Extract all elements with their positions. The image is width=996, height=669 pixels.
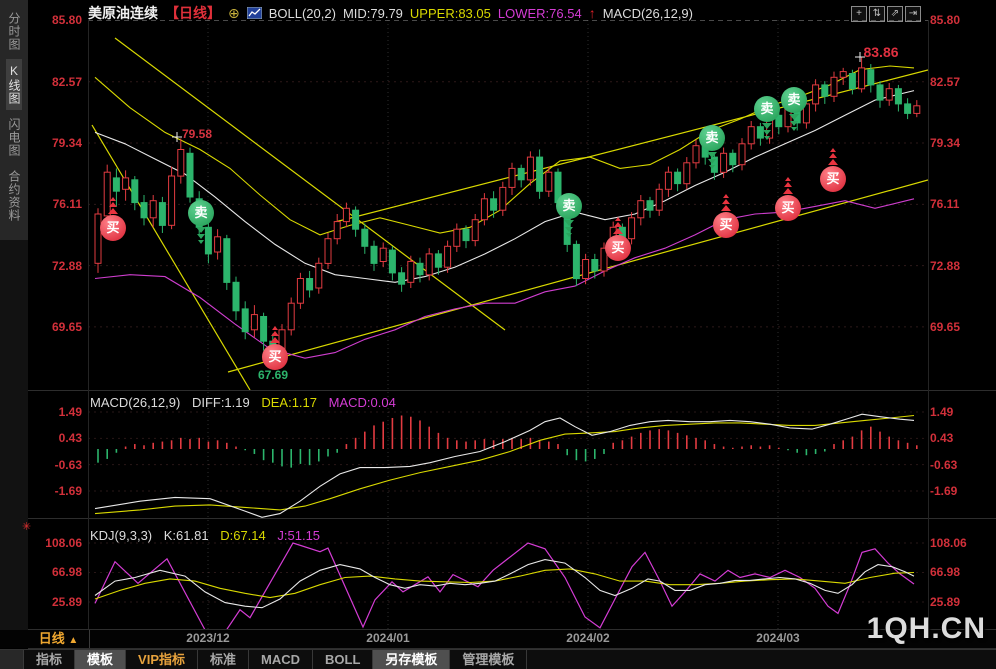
price-axis-label: 79.34	[930, 136, 961, 150]
price-axis-label: 69.65	[930, 319, 961, 334]
price-axis-label: 76.11	[930, 197, 960, 212]
sidebar-item-flash-chart[interactable]: 闪电图	[6, 113, 22, 162]
macd-diff-value: DIFF:1.19	[191, 395, 250, 410]
period-label: 日线	[38, 631, 65, 646]
macd-axis-label: -1.69	[54, 483, 82, 498]
macd-hist-value: MACD:0.04	[328, 395, 396, 410]
boll-lower-value: LOWER:76.54	[497, 5, 582, 21]
tab-macd[interactable]: MACD	[249, 650, 314, 669]
chart-type-group: 分时图 K线图 闪电图 合约资料	[0, 0, 28, 240]
axis-border	[88, 20, 89, 629]
macd-axis-label: -0.63	[54, 457, 82, 472]
boll-upper-value: UPPER:83.05	[409, 5, 491, 21]
kdj-j-value: J:51.15	[277, 528, 321, 543]
date-tick-label: 2024/01	[366, 631, 410, 645]
price-axis-label: 72.88	[51, 258, 82, 273]
trading-app-window: 分时图 K线图 闪电图 合约资料 美原油连续 【日线】 ⊕ BOLL(20,2)…	[0, 0, 996, 669]
date-tick-label: 2024/03	[756, 631, 800, 645]
boll-mid-value: MID:79.79	[342, 5, 403, 21]
boll-params: BOLL(20,2)	[268, 5, 336, 21]
tab-boll[interactable]: BOLL	[313, 650, 374, 669]
tab-standard[interactable]: 标准	[198, 650, 250, 669]
period-selector[interactable]: 日线 ▲	[28, 630, 90, 648]
kdj-axis-label: 108.06	[930, 536, 967, 550]
kdj-axis-label: 25.89	[930, 594, 961, 609]
macd-params: MACD(26,12,9)	[602, 5, 693, 21]
kdj-header: KDJ(9,3,3) K:61.81 D:67.14 J:51.15	[90, 528, 328, 543]
macd-axis-label: 1.49	[930, 405, 954, 419]
tabbar-stub	[0, 650, 24, 669]
macd-header: MACD(26,12,9) DIFF:1.19 DEA:1.17 MACD:0.…	[90, 395, 404, 410]
panel-divider[interactable]	[28, 390, 996, 391]
panel-divider[interactable]	[28, 518, 996, 519]
kdj-axis-label: 108.06	[45, 536, 82, 550]
up-arrow-icon: ↑	[588, 5, 596, 21]
tab-manage-templates[interactable]: 管理模板	[450, 650, 528, 669]
macd-axis-label: -0.63	[930, 457, 958, 472]
indicator-settings-icon[interactable]: ✳	[22, 520, 31, 533]
kdj-title: KDJ(9,3,3)	[90, 528, 153, 543]
price-axis-label: 85.80	[51, 13, 82, 28]
tab-indicators[interactable]: 指标	[24, 650, 76, 669]
kline-mini-icon	[246, 7, 262, 19]
add-indicator-icon[interactable]: ⊕	[228, 5, 240, 22]
macd-axis-label: 1.49	[58, 405, 82, 419]
tab-templates[interactable]: 模板	[75, 650, 127, 669]
macd-title: MACD(26,12,9)	[90, 395, 181, 410]
sidebar-item-contract-info[interactable]: 合约资料	[6, 165, 22, 227]
kdj-k-value: K:61.81	[163, 528, 209, 543]
macd-dea-value: DEA:1.17	[261, 395, 318, 410]
price-axis-label: 72.88	[930, 258, 961, 273]
macd-axis-label: 0.43	[58, 431, 82, 446]
date-tick-label: 2024/02	[566, 631, 610, 645]
macd-axis-label: 0.43	[930, 431, 954, 446]
kdj-axis-label: 25.89	[51, 594, 82, 609]
price-axis-label: 76.11	[52, 197, 82, 212]
price-axis-label: 82.57	[930, 74, 961, 89]
sidebar: 分时图 K线图 闪电图 合约资料	[0, 0, 28, 630]
kdj-d-value: D:67.14	[220, 528, 266, 543]
price-axis-label: 85.80	[930, 13, 961, 28]
date-axis: 日线 ▲ 2023/12 2024/01 2024/02 2024/03	[0, 630, 996, 648]
sidebar-item-kline-chart[interactable]: K线图	[6, 59, 22, 110]
tab-vip-indicators[interactable]: VIP指标	[126, 650, 198, 669]
price-axis-label: 69.65	[51, 319, 82, 334]
bottom-tabbar: 指标 模板 VIP指标 标准 MACD BOLL 另存模板 管理模板	[0, 649, 996, 669]
price-axis-label: 82.57	[51, 74, 82, 89]
chevron-up-icon: ▲	[68, 635, 79, 646]
sidebar-item-time-chart[interactable]: 分时图	[6, 7, 22, 56]
price-axis-label: 79.34	[51, 136, 82, 150]
watermark: 1QH.CN	[866, 612, 986, 645]
kdj-axis-label: 66.98	[51, 565, 82, 580]
macd-panel-chart[interactable]	[88, 392, 928, 518]
main-candlestick-chart[interactable]	[88, 20, 928, 391]
date-tick-label: 2023/12	[186, 631, 230, 645]
axis-border	[928, 20, 929, 629]
tab-save-template[interactable]: 另存模板	[373, 650, 451, 669]
kdj-axis-label: 66.98	[930, 565, 961, 580]
macd-axis-label: -1.69	[930, 483, 958, 498]
